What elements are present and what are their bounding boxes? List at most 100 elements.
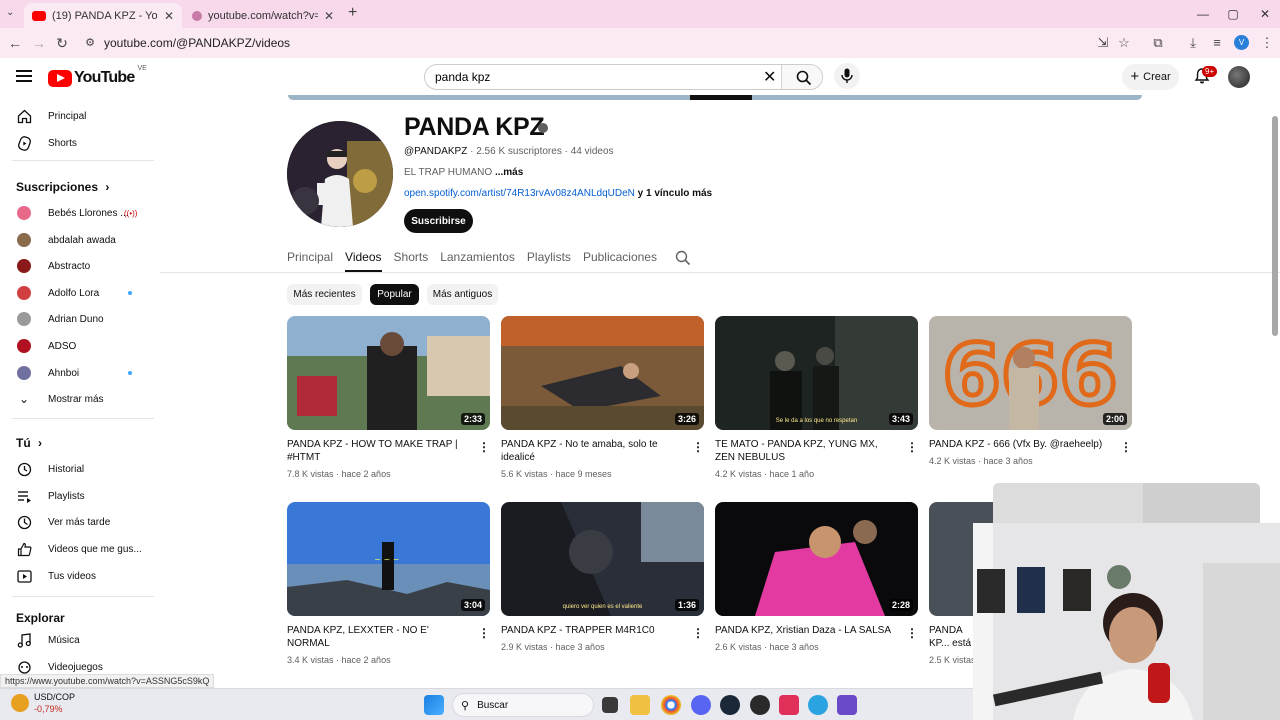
video-title[interactable]: PANDA KPZ, Xristian Daza - LA SALSA [715,624,895,637]
new-tab-icon[interactable]: + [348,4,357,22]
music-app-icon[interactable] [779,695,799,715]
video-card[interactable]: quiero ver quien es el valiente 1:36 PAN… [501,502,704,652]
youtube-logo[interactable]: YouTube VE [48,65,147,87]
telegram-icon[interactable] [808,695,828,715]
sidebar-item-sub-3[interactable]: Adolfo Lora [0,280,155,306]
tab-search-chevron-icon[interactable]: ⌄ [6,7,14,18]
minimize-icon[interactable]: — [1188,4,1218,24]
obs-icon[interactable] [750,695,770,715]
hamburger-menu-icon[interactable] [16,70,32,82]
back-icon[interactable]: ← [5,33,25,53]
sidebar-item-sub-1[interactable]: abdalah awada [0,227,155,253]
search-button[interactable] [781,65,822,89]
video-title[interactable]: PANDA KPZ - 666 (Vfx By. @raeheelp) [929,438,1109,451]
media-controls-icon[interactable]: ≡ [1208,34,1226,52]
video-card[interactable]: 666 2:00 PANDA KPZ - 666 (Vfx By. @raehe… [929,316,1132,466]
video-title[interactable]: PANDA KPZ - HOW TO MAKE TRAP | #HTMT [287,438,467,464]
discord-icon[interactable] [691,695,711,715]
video-thumbnail[interactable]: quiero ver quien es el valiente 1:36 [501,502,704,616]
address-bar-url[interactable]: youtube.com/@PANDAKPZ/videos [104,36,290,50]
chip-popular[interactable]: Popular [370,284,419,305]
more-actions-icon[interactable]: ⋮ [692,440,704,454]
video-title[interactable]: PANDA KPZ - No te amaba, solo te idealic… [501,438,681,464]
maximize-icon[interactable]: ▢ [1218,4,1248,24]
video-title[interactable]: PANDA KP... está [929,624,979,650]
more-actions-icon[interactable]: ⋮ [478,440,490,454]
tab-principal[interactable]: Principal [287,244,333,272]
browser-menu-icon[interactable]: ⋮ [1258,34,1276,52]
video-thumbnail[interactable]: 3:26 [501,316,704,430]
tab-lanzamientos[interactable]: Lanzamientos [440,244,515,272]
video-card[interactable]: ~ ~ ~ 3:04 PANDA KPZ, LEXXTER - NO E' NO… [287,502,490,665]
tab-playlists[interactable]: Playlists [527,244,571,272]
bookmark-star-icon[interactable]: ☆ [1115,34,1133,52]
download-icon[interactable]: ⤓ [1184,34,1202,52]
close-tab-icon[interactable]: ✕ [324,9,334,23]
chrome-icon[interactable] [661,695,681,715]
spotify-link[interactable]: open.spotify.com/artist/74R13rvAv08z4ANL… [404,188,635,199]
file-explorer-icon[interactable] [630,695,650,715]
channel-description[interactable]: EL TRAP HUMANO ...más [404,167,523,178]
sidebar-item-watch-later[interactable]: Ver más tarde [0,509,155,535]
sidebar-item-principal[interactable]: Principal [0,103,155,129]
video-thumbnail[interactable]: ~ ~ ~ 3:04 [287,502,490,616]
sidebar-item-sub-6[interactable]: Ahnboi [0,360,155,386]
close-tab-icon[interactable]: ✕ [164,9,174,23]
you-heading[interactable]: Tú › [16,436,42,450]
sidebar-item-sub-2[interactable]: Abstracto [0,253,155,279]
windows-start-icon[interactable] [424,695,444,715]
video-card[interactable]: 2:33 PANDA KPZ - HOW TO MAKE TRAP | #HTM… [287,316,490,479]
tab-videos[interactable]: Videos [345,244,383,272]
sidebar-item-sub-0[interactable]: Bebés Llorones ... ((•)) [0,200,155,226]
sidebar-item-sub-5[interactable]: ADSO [0,333,155,359]
steam-icon[interactable] [720,695,740,715]
task-view-icon[interactable] [602,697,618,713]
sidebar-item-playlists[interactable]: Playlists [0,483,155,509]
site-info-icon[interactable]: ⚙ [80,33,100,53]
description-more-link[interactable]: ...más [495,167,523,178]
more-actions-icon[interactable]: ⋮ [906,440,918,454]
tab-publicaciones[interactable]: Publicaciones [583,244,657,272]
sidebar-item-sub-4[interactable]: Adrian Duno [0,306,155,332]
subscribe-button[interactable]: Suscribirse [404,209,473,233]
clear-search-icon[interactable]: ✕ [763,67,776,87]
close-window-icon[interactable]: ✕ [1250,4,1280,24]
install-app-icon[interactable]: ⇲ [1094,34,1112,52]
account-avatar[interactable] [1228,66,1250,88]
more-actions-icon[interactable]: ⋮ [1120,440,1132,454]
more-links[interactable]: y 1 vínculo más [638,188,712,199]
reload-icon[interactable]: ↻ [52,33,72,53]
video-thumbnail[interactable]: 2:28 [715,502,918,616]
browser-tab-youtube[interactable]: (19) PANDA KPZ - YouTube ✕ [24,3,182,28]
channel-avatar-large[interactable] [287,121,393,227]
extensions-icon[interactable]: ⧉ [1149,34,1167,52]
channel-search-icon[interactable] [675,250,691,266]
create-button[interactable]: + Crear [1122,64,1179,90]
taskbar-search[interactable]: ⚲ Buscar [452,693,594,717]
teams-icon[interactable] [837,695,857,715]
sidebar-show-more[interactable]: ⌄ Mostrar más [0,386,155,412]
video-title[interactable]: PANDA KPZ, LEXXTER - NO E' NORMAL [287,624,467,650]
voice-search-button[interactable] [834,63,860,89]
sidebar-item-your-videos[interactable]: Tus videos [0,563,155,589]
more-actions-icon[interactable]: ⋮ [692,626,704,640]
subscriptions-heading[interactable]: Suscripciones › [16,180,109,194]
video-card[interactable]: 3:26 PANDA KPZ - No te amaba, solo te id… [501,316,704,479]
forward-icon[interactable]: → [29,33,49,53]
chip-oldest[interactable]: Más antiguos [427,284,498,305]
video-thumbnail[interactable]: 666 2:00 [929,316,1132,430]
sidebar-item-liked[interactable]: Videos que me gus... [0,536,155,562]
page-scrollbar-thumb[interactable] [1272,116,1278,336]
sidebar-item-historial[interactable]: Historial [0,456,155,482]
more-actions-icon[interactable]: ⋮ [906,626,918,640]
sidebar-item-shorts[interactable]: Shorts [0,130,155,156]
video-card[interactable]: 2:28 PANDA KPZ, Xristian Daza - LA SALSA… [715,502,918,652]
stock-ticker-name[interactable]: USD/COP [34,692,75,702]
sidebar-item-music[interactable]: Música [0,627,155,653]
browser-tab-watch[interactable]: youtube.com/watch?v=ASSNG ✕ [184,3,342,28]
video-title[interactable]: PANDA KPZ - TRAPPER M4R1C0 [501,624,681,637]
profile-icon[interactable]: V [1234,35,1249,50]
video-card[interactable]: Se le da a los que no respetan 3:43 TE M… [715,316,918,479]
video-thumbnail[interactable]: Se le da a los que no respetan 3:43 [715,316,918,430]
more-actions-icon[interactable]: ⋮ [478,626,490,640]
